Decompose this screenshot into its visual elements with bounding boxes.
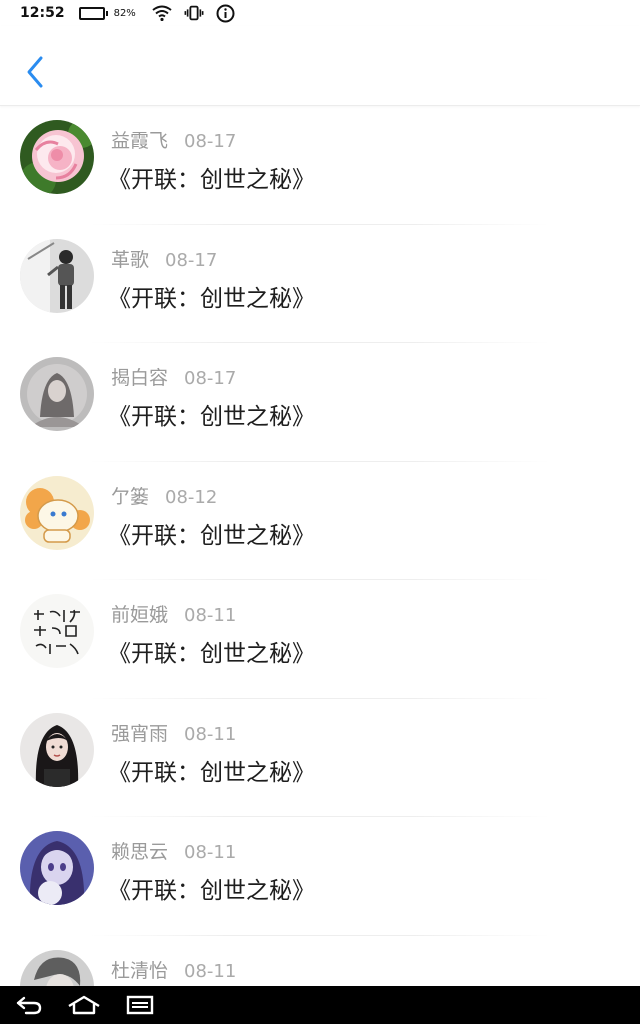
dark-hair-girl-avatar-icon bbox=[20, 712, 94, 787]
avatar[interactable] bbox=[20, 594, 94, 668]
anime-girl-avatar-icon bbox=[20, 831, 94, 905]
comment-date: 08-17 bbox=[184, 131, 237, 152]
comment-text: 《开联：创世之秘》 bbox=[108, 522, 315, 549]
info-icon bbox=[216, 3, 236, 23]
cartoon-pony-avatar-icon bbox=[20, 475, 94, 550]
comment-date: 08-11 bbox=[184, 723, 237, 745]
top-app-bar bbox=[0, 26, 640, 106]
avatar[interactable] bbox=[20, 238, 94, 313]
list-item[interactable]: 杜清怡 08-11 bbox=[0, 936, 640, 986]
user-name: 赖思云 bbox=[111, 841, 169, 863]
comment-text: 《开联：创世之秘》 bbox=[108, 167, 315, 193]
list-item[interactable]: 革歌 08-17 《开联：创世之秘》 bbox=[0, 225, 640, 343]
avatar[interactable] bbox=[20, 949, 94, 986]
comment-text: 《开联：创世之秘》 bbox=[108, 878, 315, 904]
home-icon bbox=[68, 995, 100, 1015]
user-name: 前姮娥 bbox=[111, 604, 169, 626]
grey-person-avatar-icon bbox=[20, 949, 94, 986]
comment-text: 《开联：创世之秘》 bbox=[108, 641, 315, 667]
back-button[interactable] bbox=[18, 52, 52, 92]
recents-icon bbox=[126, 995, 154, 1015]
status-bar: 12:52 82% bbox=[0, 0, 640, 26]
user-name: 亇篓 bbox=[111, 485, 150, 508]
rose-flower-avatar-icon bbox=[20, 120, 94, 194]
system-nav-bar bbox=[0, 986, 640, 1024]
comment-date: 08-17 bbox=[165, 249, 218, 271]
nav-back-button[interactable] bbox=[0, 986, 56, 1024]
comment-date: 08-11 bbox=[184, 605, 237, 626]
comment-list: 益霞飞 08-17 《开联：创世之秘》 革歌 08-17 《开联：创世之秘》 揭… bbox=[0, 106, 640, 986]
calligraphy-avatar-icon bbox=[20, 594, 94, 668]
wifi-icon bbox=[152, 3, 172, 23]
list-item[interactable]: 赖思云 08-11 《开联：创世之秘》 bbox=[0, 817, 640, 936]
avatar[interactable] bbox=[20, 831, 94, 905]
comment-text: 《开联：创世之秘》 bbox=[108, 759, 315, 786]
user-name: 杜清怡 bbox=[111, 959, 169, 982]
user-name: 揭白容 bbox=[111, 367, 169, 389]
comment-date: 08-12 bbox=[165, 486, 218, 508]
list-item[interactable]: 前姮娥 08-11 《开联：创世之秘》 bbox=[0, 580, 640, 699]
status-time: 12:52 bbox=[20, 5, 65, 21]
user-name: 强宵雨 bbox=[111, 722, 169, 745]
comment-text: 《开联：创世之秘》 bbox=[108, 285, 315, 312]
nav-home-button[interactable] bbox=[56, 986, 112, 1024]
comment-date: 08-11 bbox=[184, 960, 237, 982]
comment-date: 08-17 bbox=[184, 368, 237, 389]
vibrate-icon bbox=[184, 3, 204, 23]
comment-date: 08-11 bbox=[184, 842, 237, 863]
battery-icon bbox=[78, 6, 108, 20]
comment-text: 《开联：创世之秘》 bbox=[108, 404, 315, 430]
avatar[interactable] bbox=[20, 357, 94, 431]
avatar[interactable] bbox=[20, 120, 94, 194]
list-item[interactable]: 强宵雨 08-11 《开联：创世之秘》 bbox=[0, 699, 640, 817]
chevron-left-icon bbox=[27, 56, 43, 88]
list-item[interactable]: 揭白容 08-17 《开联：创世之秘》 bbox=[0, 343, 640, 462]
list-item[interactable]: 亇篓 08-12 《开联：创世之秘》 bbox=[0, 462, 640, 580]
user-name: 革歌 bbox=[111, 248, 150, 271]
monochrome-person-avatar-icon bbox=[20, 238, 94, 313]
misty-girl-avatar-icon bbox=[20, 357, 94, 431]
nav-recents-button[interactable] bbox=[112, 986, 168, 1024]
avatar[interactable] bbox=[20, 475, 94, 550]
user-name: 益霞飞 bbox=[111, 130, 169, 152]
battery-percent: 82% bbox=[113, 7, 136, 19]
list-item[interactable]: 益霞飞 08-17 《开联：创世之秘》 bbox=[0, 106, 640, 225]
back-arrow-icon bbox=[16, 996, 42, 1015]
avatar[interactable] bbox=[20, 712, 94, 787]
